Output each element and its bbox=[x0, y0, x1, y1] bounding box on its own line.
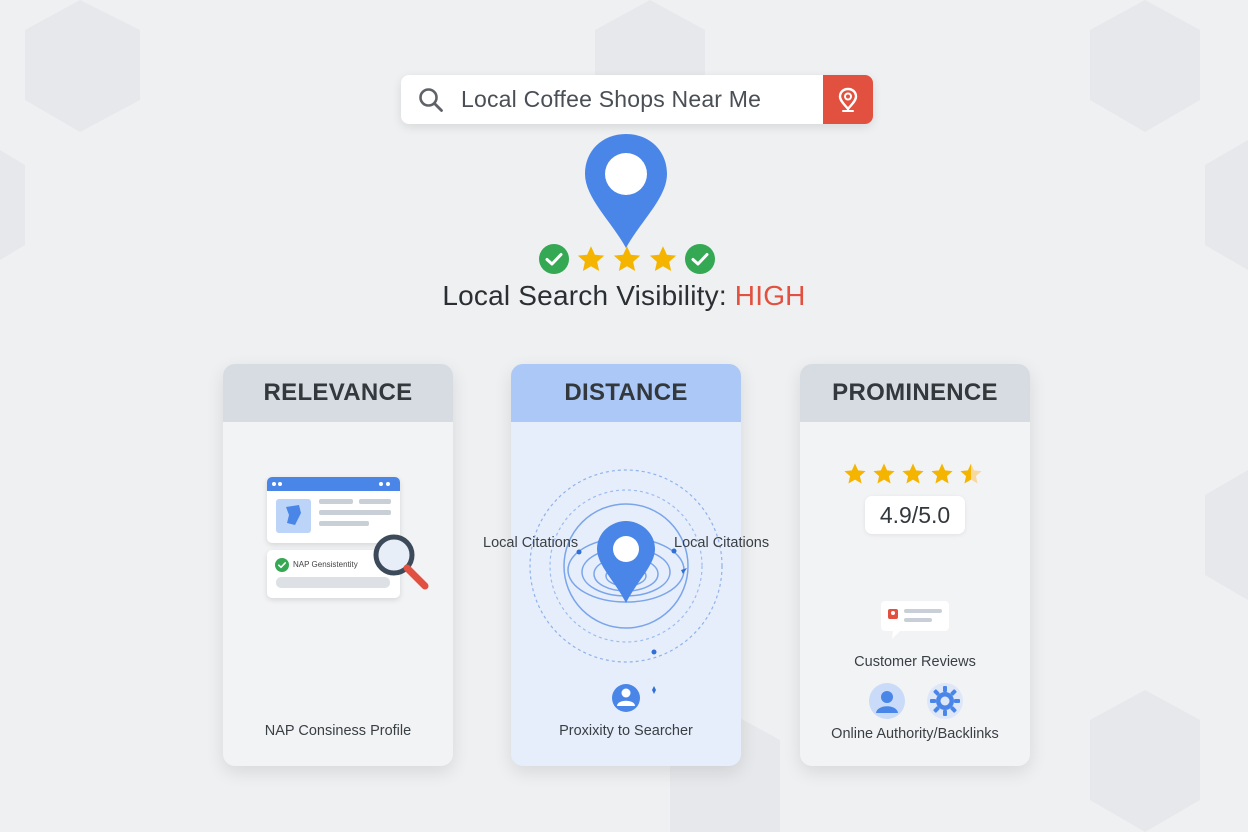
star-rating bbox=[844, 463, 982, 484]
citations-label-right: Local Citations bbox=[674, 535, 770, 551]
search-input[interactable]: Local Coffee Shops Near Me bbox=[461, 86, 823, 113]
rating-row bbox=[538, 242, 716, 276]
prominence-card: PROMINENCE 4.9/5.0 Customer Reviews Onli… bbox=[800, 364, 1030, 766]
rating-score: 4.9/5.0 bbox=[865, 496, 965, 534]
distance-caption: Proxixity to Searcher bbox=[559, 723, 693, 739]
relevance-title: RELEVANCE bbox=[223, 364, 453, 422]
citations-label-left: Local Citations bbox=[483, 535, 579, 551]
visibility-label: Local Search Visibility: bbox=[442, 280, 727, 311]
star-icon bbox=[649, 246, 677, 271]
location-search-button[interactable] bbox=[823, 75, 873, 124]
check-circle-icon bbox=[275, 558, 289, 572]
user-authority-icon bbox=[869, 683, 905, 719]
proximity-radius-diagram bbox=[529, 469, 723, 712]
star-icon bbox=[577, 246, 605, 271]
magnifier-icon bbox=[373, 534, 429, 590]
search-icon bbox=[401, 75, 461, 124]
visibility-value: HIGH bbox=[734, 280, 806, 311]
nap-label: NAP Gensistentity bbox=[293, 560, 358, 569]
reviews-caption: Customer Reviews bbox=[854, 654, 976, 670]
authority-caption: Online Authority/Backlinks bbox=[831, 726, 999, 742]
check-circle-icon bbox=[685, 244, 715, 274]
relevance-caption: NAP Consiness Profile bbox=[264, 723, 412, 739]
gear-link-icon bbox=[927, 683, 963, 719]
star-icon bbox=[613, 246, 641, 271]
search-bar[interactable]: Local Coffee Shops Near Me bbox=[401, 75, 873, 124]
visibility-heading: Local Search Visibility: HIGH bbox=[324, 280, 924, 312]
check-circle-icon bbox=[539, 244, 569, 274]
distance-card: DISTANCE Proxixity to Searcher bbox=[511, 364, 741, 766]
map-pin-icon bbox=[838, 87, 858, 112]
location-pin-icon bbox=[585, 134, 667, 248]
distance-title: DISTANCE bbox=[511, 364, 741, 422]
review-bubble-icon bbox=[881, 601, 949, 639]
relevance-card: RELEVANCE NAP Gensistentity NAP Consines… bbox=[223, 364, 453, 766]
prominence-title: PROMINENCE bbox=[800, 364, 1030, 422]
